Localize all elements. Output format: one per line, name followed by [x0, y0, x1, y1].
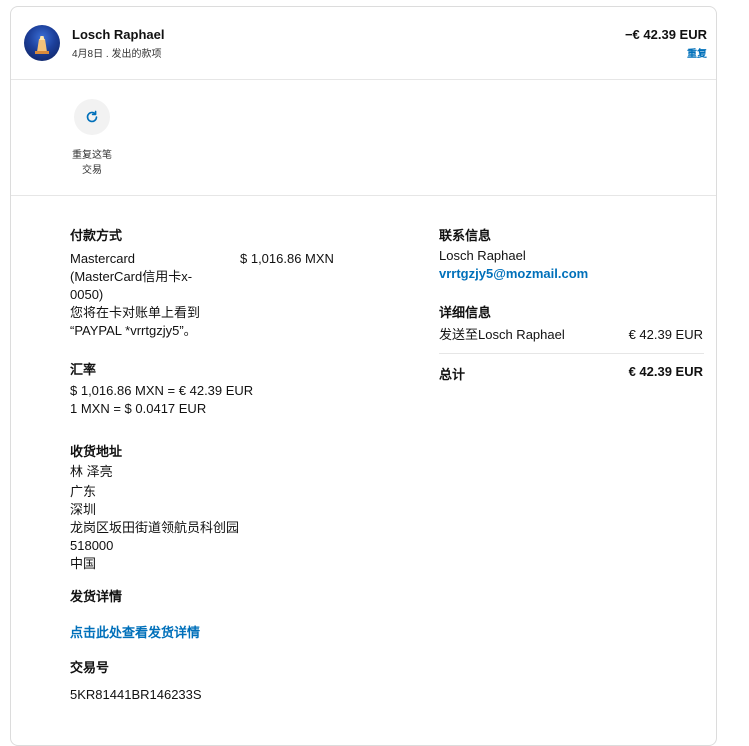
payment-card-line1: Mastercard	[70, 251, 136, 266]
repeat-label-line2: 交易	[82, 165, 102, 176]
transaction-header: Losch Raphael 4月8日 . 发出的款项 −€ 42.39 EUR …	[11, 7, 716, 80]
repeat-link[interactable]: 重复	[687, 45, 707, 60]
avatar-image-icon	[35, 36, 49, 54]
counterparty-name: Losch Raphael	[72, 27, 165, 42]
sent-to-amount: € 42.39 EUR	[628, 327, 703, 342]
refresh-icon	[86, 110, 98, 123]
payment-card-line3: 0050)	[70, 287, 104, 302]
shipping-details-title: 发货详情	[70, 589, 123, 604]
payment-method-title: 付款方式	[70, 228, 123, 243]
address-line: 518000	[70, 538, 114, 553]
transaction-id: 5KR81441BR146233S	[70, 687, 202, 702]
sent-to-label: 发送至Losch Raphael	[439, 327, 565, 342]
exchange-rate-line2: 1 MXN = $ 0.0417 EUR	[70, 401, 207, 416]
address-line: 龙岗区坂田街道领航员科创园	[70, 520, 240, 535]
transaction-card: Losch Raphael 4月8日 . 发出的款项 −€ 42.39 EUR …	[10, 6, 717, 746]
contact-info-title: 联系信息	[439, 228, 492, 243]
address-line: 林 泽亮	[70, 464, 113, 479]
contact-name: Losch Raphael	[439, 248, 526, 263]
payment-note-line1: 您将在卡对账单上看到	[70, 305, 201, 320]
shipping-details-link[interactable]: 点击此处查看发货详情	[70, 622, 200, 641]
address-line: 深圳	[70, 502, 97, 517]
details-title: 详细信息	[439, 305, 492, 320]
address-line: 广东	[70, 484, 97, 499]
address-line: 中国	[70, 556, 97, 571]
avatar	[24, 25, 60, 61]
repeat-label-line1: 重复这笔	[72, 150, 112, 161]
transaction-id-title: 交易号	[70, 660, 110, 675]
payment-note-line2: “PAYPAL *vrrtgzjy5”。	[70, 323, 197, 338]
shipping-address-title: 收货地址	[70, 444, 123, 459]
repeat-transaction-button[interactable]	[74, 99, 110, 135]
exchange-rate-title: 汇率	[70, 362, 97, 377]
repeat-transaction-label: 重复这笔 交易	[62, 148, 122, 178]
total-label: 总计	[439, 367, 466, 382]
payment-card-line2: (MasterCard信用卡x-	[70, 269, 193, 284]
transaction-date: 4月8日 . 发出的款项	[72, 49, 162, 60]
transaction-amount: −€ 42.39 EUR	[624, 27, 707, 42]
total-amount: € 42.39 EUR	[628, 364, 703, 379]
contact-email-link[interactable]: vrrtgzjy5@mozmail.com	[439, 266, 588, 281]
payment-amount: $ 1,016.86 MXN	[240, 251, 334, 266]
details-divider	[439, 353, 704, 354]
exchange-rate-line1: $ 1,016.86 MXN = € 42.39 EUR	[70, 383, 254, 398]
action-bar: 重复这笔 交易	[11, 80, 716, 196]
